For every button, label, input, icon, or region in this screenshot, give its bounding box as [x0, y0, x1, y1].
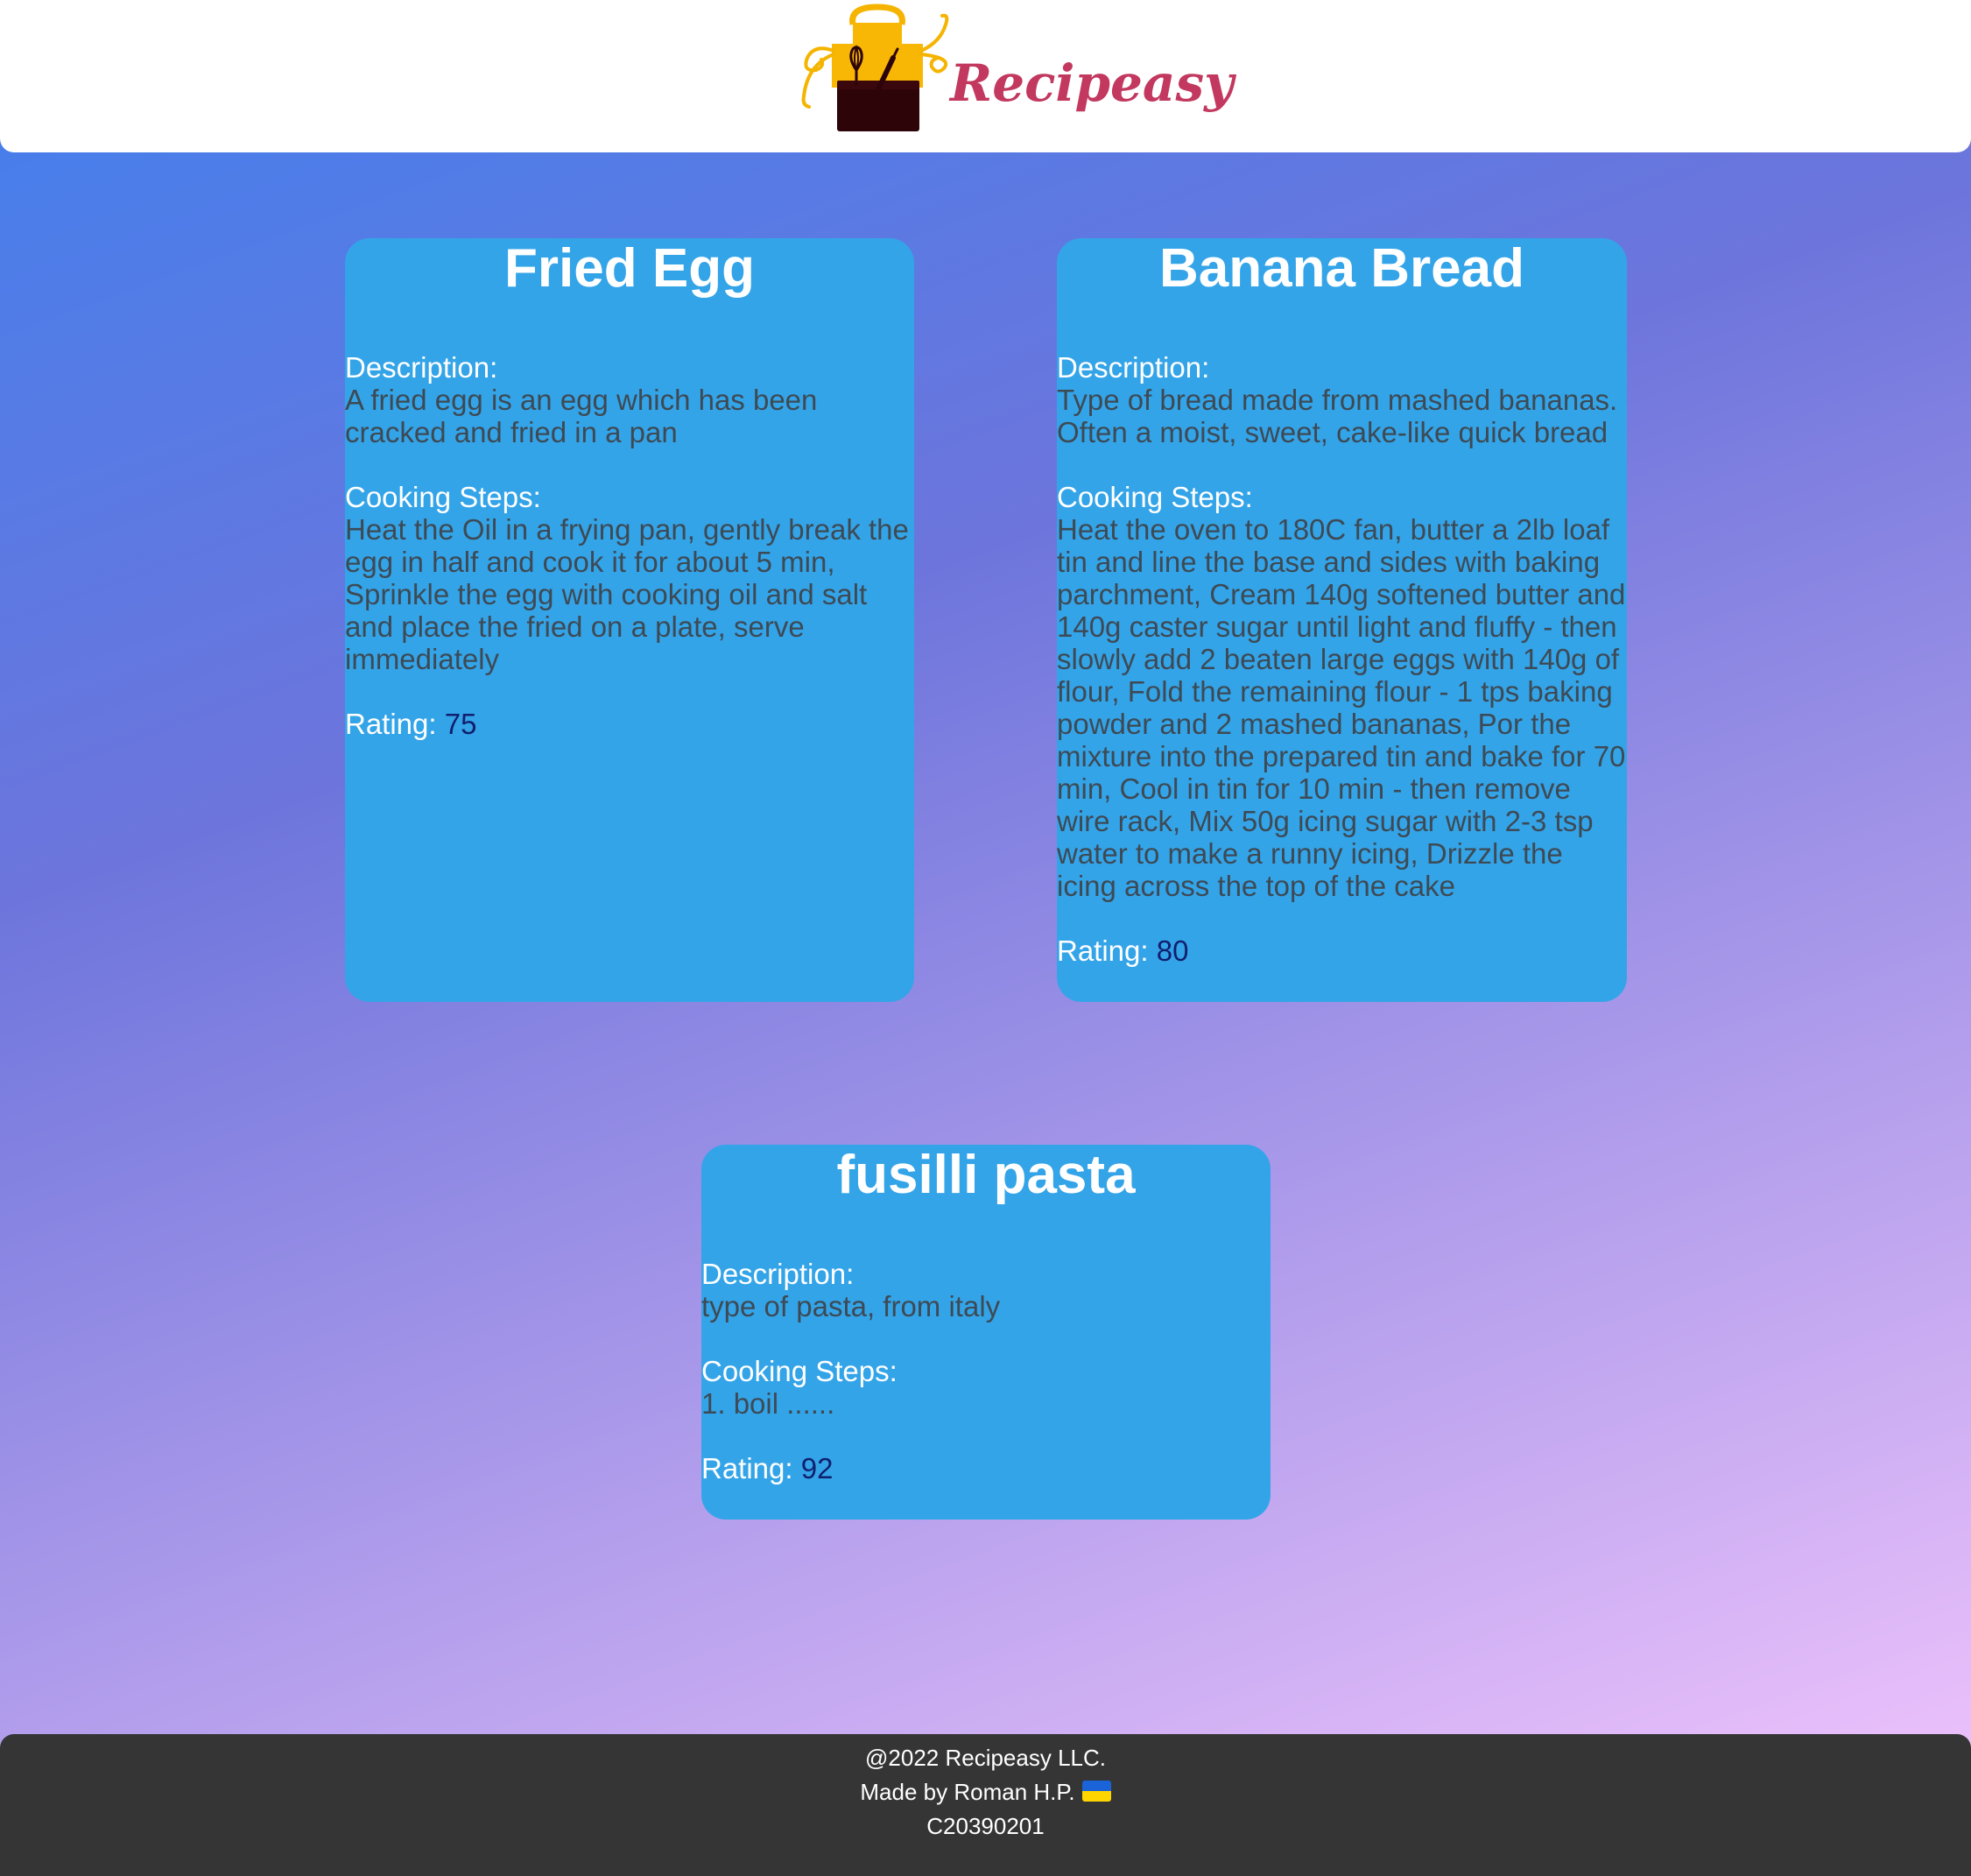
- recipe-title: Banana Bread: [1159, 238, 1524, 299]
- rating-value: 75: [444, 708, 477, 740]
- footer-copyright: @2022 Recipeasy LLC.: [865, 1745, 1106, 1771]
- site-logo-text[interactable]: Recipeasy: [950, 58, 1234, 109]
- recipe-card: Fried Egg Description: A fried egg is an…: [345, 238, 914, 1002]
- description-label: Description:: [345, 351, 498, 384]
- recipe-rating: Rating: 75: [345, 708, 914, 740]
- recipe-card: Banana Bread Description: Type of bread …: [1057, 238, 1627, 1002]
- recipe-rating: Rating: 80: [1057, 934, 1627, 967]
- apron-icon[interactable]: [799, 4, 956, 133]
- cooking-steps-label: Cooking Steps:: [1057, 481, 1253, 513]
- recipe-card: fusilli pasta Description: type of pasta…: [701, 1145, 1271, 1520]
- description-label: Description:: [1057, 351, 1210, 384]
- cooking-steps-label: Cooking Steps:: [701, 1355, 898, 1387]
- rating-label: Rating:: [345, 708, 437, 740]
- recipe-title: fusilli pasta: [836, 1145, 1136, 1205]
- recipe-description: A fried egg is an egg which has been cra…: [345, 384, 818, 448]
- rating-value: 80: [1156, 934, 1189, 967]
- recipe-steps: 1. boil ......: [701, 1387, 835, 1420]
- rating-value: 92: [800, 1452, 834, 1485]
- recipe-description: type of pasta, from italy: [701, 1290, 1001, 1322]
- rating-label: Rating:: [1057, 934, 1149, 967]
- ukraine-flag-icon: [1081, 1781, 1111, 1802]
- footer-made-by: Made by Roman H.P.: [860, 1779, 1075, 1805]
- recipe-steps: Heat the Oil in a frying pan, gently bre…: [345, 513, 909, 675]
- footer-code: C20390201: [926, 1813, 1045, 1839]
- recipe-title: Fried Egg: [504, 238, 755, 299]
- rating-label: Rating:: [701, 1452, 793, 1485]
- recipe-body: Description: type of pasta, from italy C…: [701, 1258, 1271, 1485]
- recipe-body: Description: Type of bread made from mas…: [1057, 351, 1627, 967]
- recipe-description: Type of bread made from mashed bananas. …: [1057, 384, 1618, 448]
- site-header: Recipeasy: [0, 0, 1971, 152]
- footer-credit: Made by Roman H.P.: [0, 1775, 1971, 1809]
- recipe-steps: Heat the oven to 180C fan, butter a 2lb …: [1057, 513, 1626, 902]
- recipe-body: Description: A fried egg is an egg which…: [345, 351, 914, 740]
- description-label: Description:: [701, 1258, 855, 1290]
- recipe-rating: Rating: 92: [701, 1452, 1271, 1485]
- site-footer: @2022 Recipeasy LLC. Made by Roman H.P. …: [0, 1734, 1971, 1876]
- cooking-steps-label: Cooking Steps:: [345, 481, 541, 513]
